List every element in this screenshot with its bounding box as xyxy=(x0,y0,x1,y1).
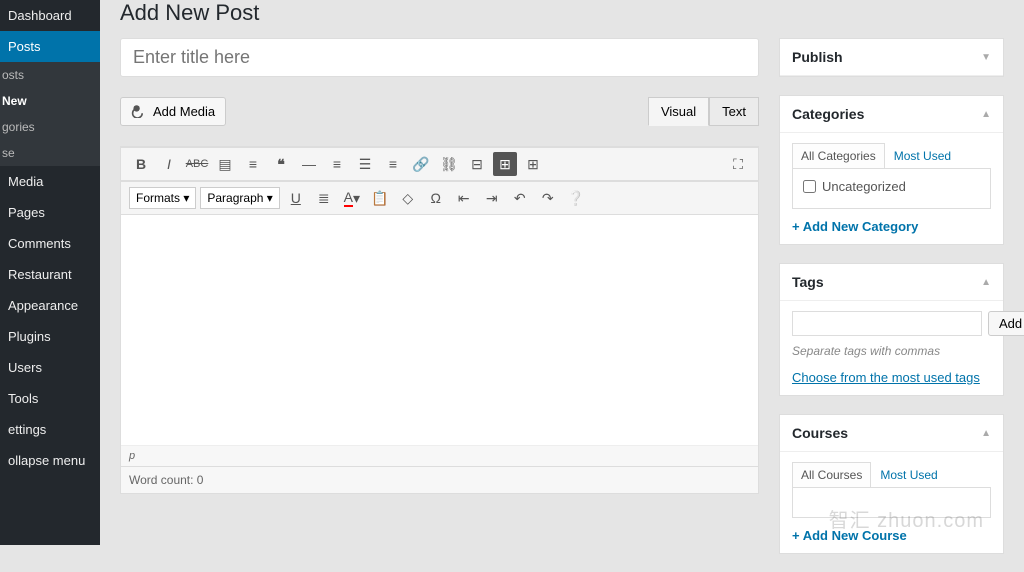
tags-title: Tags xyxy=(792,274,824,290)
table-icon[interactable]: ⊞ xyxy=(521,152,545,176)
category-uncategorized[interactable]: Uncategorized xyxy=(803,179,980,194)
formats-dropdown[interactable]: Formats ▾ xyxy=(129,187,196,209)
courses-panel-header[interactable]: Courses ▲ xyxy=(780,415,1003,452)
tags-hint: Separate tags with commas xyxy=(792,344,991,358)
toolbar-row-2: Formats ▾ Paragraph ▾ U ≣ A▾ 📋 ◇ Ω ⇤ ⇥ ↶… xyxy=(121,181,758,215)
sidebar-item-users[interactable]: Users xyxy=(0,352,100,383)
editor-dom-path: p xyxy=(121,445,758,466)
sidebar-item-dashboard[interactable]: Dashboard xyxy=(0,0,100,31)
sidebar-sub-addnew[interactable]: New xyxy=(0,88,100,114)
align-left-icon[interactable]: ≡ xyxy=(325,152,349,176)
undo-icon[interactable]: ↶ xyxy=(508,186,532,210)
chevron-down-icon: ▼ xyxy=(981,52,991,63)
align-justify-icon[interactable]: ≣ xyxy=(312,186,336,210)
fullscreen-icon[interactable]: ⛶ xyxy=(726,152,750,176)
chevron-up-icon: ▲ xyxy=(981,428,991,439)
tab-all-courses[interactable]: All Courses xyxy=(792,462,871,487)
add-media-button[interactable]: Add Media xyxy=(120,97,226,126)
editor-tab-text[interactable]: Text xyxy=(709,97,759,126)
paragraph-dropdown[interactable]: Paragraph ▾ xyxy=(200,187,279,209)
post-title-input[interactable] xyxy=(120,38,759,77)
sidebar-item-posts[interactable]: Posts xyxy=(0,31,100,62)
sidebar-item-appearance[interactable]: Appearance xyxy=(0,290,100,321)
add-media-label: Add Media xyxy=(153,104,215,119)
tab-all-categories[interactable]: All Categories xyxy=(792,143,885,168)
special-char-icon[interactable]: Ω xyxy=(424,186,448,210)
sidebar-sub-course[interactable]: se xyxy=(0,140,100,166)
text-color-icon[interactable]: A▾ xyxy=(340,186,364,210)
unlink-icon[interactable]: ⛓ xyxy=(437,152,461,176)
tags-panel: Tags ▲ Add Separate tags with commas Cho… xyxy=(779,263,1004,396)
tag-input[interactable] xyxy=(792,311,982,336)
chevron-up-icon: ▲ xyxy=(981,109,991,120)
align-right-icon[interactable]: ≡ xyxy=(381,152,405,176)
categories-panel-header[interactable]: Categories ▲ xyxy=(780,96,1003,133)
strikethrough-icon[interactable]: ABC xyxy=(185,152,209,176)
admin-sidebar: Dashboard Posts osts New gories se Media… xyxy=(0,0,100,545)
sidebar-item-restaurant[interactable]: Restaurant xyxy=(0,259,100,290)
categories-title: Categories xyxy=(792,106,864,122)
editor-tab-visual[interactable]: Visual xyxy=(648,97,709,126)
align-center-icon[interactable]: ☰ xyxy=(353,152,377,176)
blockquote-icon[interactable]: ❝ xyxy=(269,152,293,176)
paste-text-icon[interactable]: 📋 xyxy=(368,186,392,210)
toolbar-row-1: B I ABC ▤ ≡ ❝ — ≡ ☰ ≡ 🔗 ⛓ ⊟ ⊞ ⊞ ⛶ xyxy=(121,147,758,181)
media-icon xyxy=(131,102,147,121)
category-label: Uncategorized xyxy=(822,179,906,194)
category-checkbox[interactable] xyxy=(803,180,816,193)
word-count: Word count: 0 xyxy=(121,466,758,493)
chevron-up-icon: ▲ xyxy=(981,277,991,288)
bullet-list-icon[interactable]: ▤ xyxy=(213,152,237,176)
sidebar-item-settings[interactable]: ettings xyxy=(0,414,100,445)
tab-most-used-courses[interactable]: Most Used xyxy=(871,462,946,487)
page-title: Add New Post xyxy=(120,0,1004,26)
sidebar-item-media[interactable]: Media xyxy=(0,166,100,197)
clear-format-icon[interactable]: ◇ xyxy=(396,186,420,210)
numbered-list-icon[interactable]: ≡ xyxy=(241,152,265,176)
editor-content-area[interactable] xyxy=(121,215,758,445)
courses-title: Courses xyxy=(792,425,848,441)
italic-icon[interactable]: I xyxy=(157,152,181,176)
publish-panel: Publish ▼ xyxy=(779,38,1004,77)
publish-title: Publish xyxy=(792,49,843,65)
toolbar-toggle-icon[interactable]: ⊞ xyxy=(493,152,517,176)
choose-tags-link[interactable]: Choose from the most used tags xyxy=(792,370,980,385)
add-new-category-link[interactable]: + Add New Category xyxy=(792,219,918,234)
outdent-icon[interactable]: ⇤ xyxy=(452,186,476,210)
sidebar-item-comments[interactable]: Comments xyxy=(0,228,100,259)
sidebar-item-plugins[interactable]: Plugins xyxy=(0,321,100,352)
help-icon[interactable]: ❔ xyxy=(564,186,588,210)
sidebar-collapse-menu[interactable]: ollapse menu xyxy=(0,445,100,476)
underline-icon[interactable]: U xyxy=(284,186,308,210)
add-tag-button[interactable]: Add xyxy=(988,311,1024,336)
tags-panel-header[interactable]: Tags ▲ xyxy=(780,264,1003,301)
courses-panel: Courses ▲ All Courses Most Used + Add Ne… xyxy=(779,414,1004,554)
read-more-icon[interactable]: ⊟ xyxy=(465,152,489,176)
main-content: Add New Post Add Media Visual Text B xyxy=(100,0,1024,545)
link-icon[interactable]: 🔗 xyxy=(409,152,433,176)
sidebar-sub-categories[interactable]: gories xyxy=(0,114,100,140)
sidebar-sub-allposts[interactable]: osts xyxy=(0,62,100,88)
redo-icon[interactable]: ↷ xyxy=(536,186,560,210)
bold-icon[interactable]: B xyxy=(129,152,153,176)
editor-container: B I ABC ▤ ≡ ❝ — ≡ ☰ ≡ 🔗 ⛓ ⊟ ⊞ ⊞ ⛶ xyxy=(120,146,759,494)
horizontal-rule-icon[interactable]: — xyxy=(297,152,321,176)
indent-icon[interactable]: ⇥ xyxy=(480,186,504,210)
tab-most-used-categories[interactable]: Most Used xyxy=(885,143,960,168)
publish-panel-header[interactable]: Publish ▼ xyxy=(780,39,1003,76)
categories-panel: Categories ▲ All Categories Most Used Un… xyxy=(779,95,1004,245)
sidebar-item-tools[interactable]: Tools xyxy=(0,383,100,414)
sidebar-item-pages[interactable]: Pages xyxy=(0,197,100,228)
add-new-course-link[interactable]: + Add New Course xyxy=(792,528,907,543)
